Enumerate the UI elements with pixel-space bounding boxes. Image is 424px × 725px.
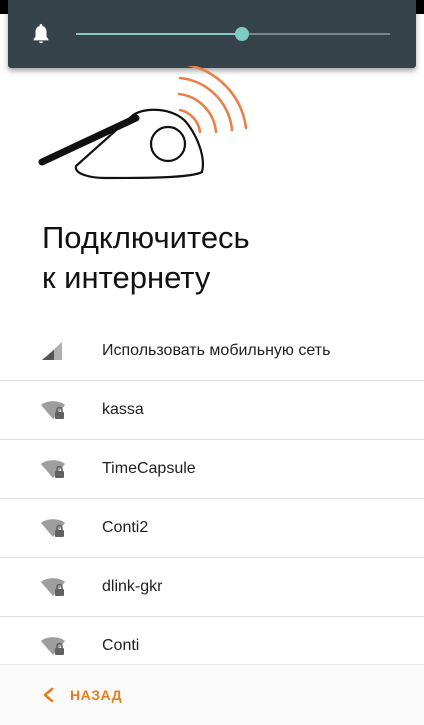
bell-icon[interactable]	[30, 22, 52, 46]
signal-waves-icon	[177, 66, 248, 134]
network-list: Использовать мобильную сеть kassa TimeCa…	[0, 322, 424, 675]
network-label: kassa	[102, 401, 144, 418]
back-button-label: НАЗАД	[70, 687, 123, 703]
title-line-1: Подключитесь	[42, 220, 250, 255]
wifi-lock-icon	[41, 460, 65, 478]
cellular-signal-icon	[42, 342, 62, 360]
volume-panel	[8, 0, 416, 68]
back-button[interactable]: НАЗАД	[42, 683, 122, 707]
network-item-kassa[interactable]: kassa	[0, 381, 424, 440]
title-line-2: к интернету	[42, 260, 211, 295]
network-label: Использовать мобильную сеть	[102, 342, 331, 359]
wifi-lock-icon	[41, 637, 65, 655]
volume-slider-fill	[76, 33, 242, 35]
router-illustration	[38, 66, 248, 180]
network-label: Conti2	[102, 519, 149, 536]
network-item-mobile[interactable]: Использовать мобильную сеть	[0, 322, 424, 381]
network-item-timecapsule[interactable]: TimeCapsule	[0, 440, 424, 499]
network-label: dlink-gkr	[102, 578, 163, 595]
network-label: TimeCapsule	[102, 460, 196, 477]
volume-slider[interactable]	[76, 27, 390, 41]
wifi-lock-icon	[41, 519, 65, 537]
network-item-dlink-gkr[interactable]: dlink-gkr	[0, 558, 424, 617]
bottom-navigation-bar: НАЗАД	[0, 664, 424, 725]
wifi-lock-icon	[41, 401, 65, 419]
network-item-conti2[interactable]: Conti2	[0, 499, 424, 558]
chevron-left-icon	[43, 687, 54, 703]
wifi-lock-icon	[41, 578, 65, 596]
volume-slider-thumb[interactable]	[235, 27, 249, 41]
page-title: Подключитесь к интернету	[42, 218, 402, 298]
